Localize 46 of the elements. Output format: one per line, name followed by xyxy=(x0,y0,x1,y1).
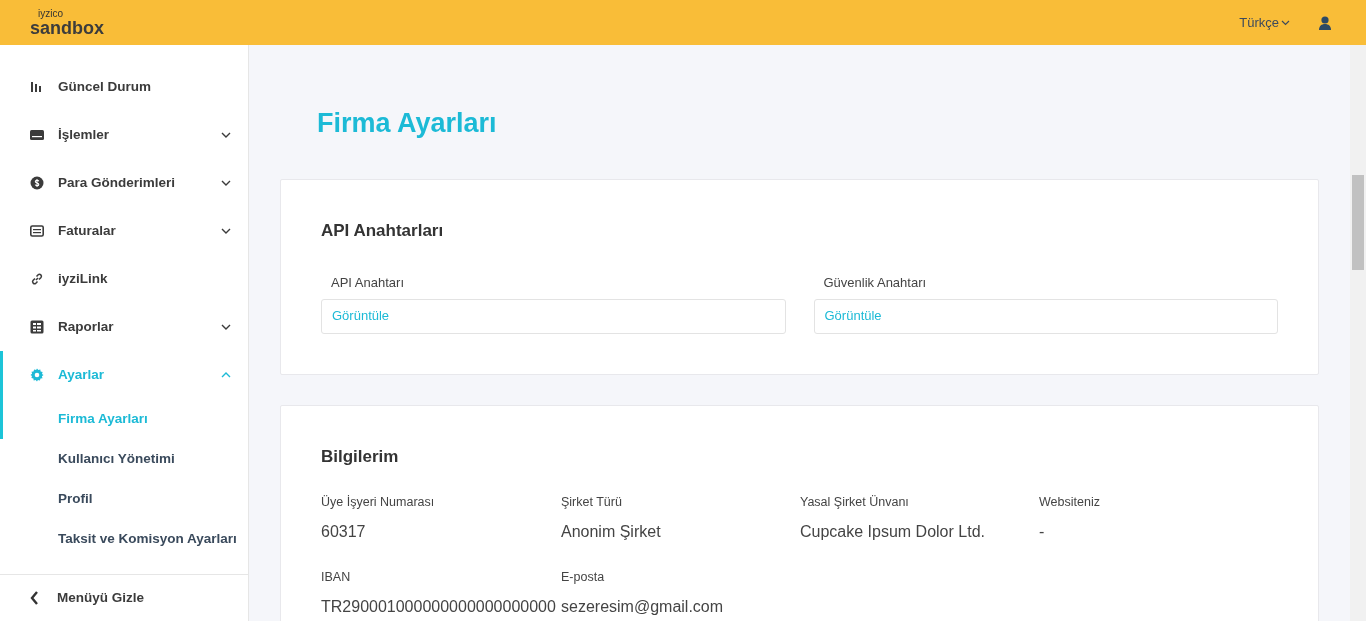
card-icon xyxy=(30,128,44,142)
sidebar-item[interactable]: Para Gönderimleri xyxy=(0,159,248,207)
sidebar-item[interactable]: iyziLink xyxy=(0,255,248,303)
hide-menu-button[interactable]: Menüyü Gizle xyxy=(0,574,248,621)
field-label: Şirket Türü xyxy=(561,494,623,511)
field-label: Yasal Şirket Ünvanı xyxy=(800,494,910,511)
sidebar-item[interactable]: Faturalar xyxy=(0,207,248,255)
logo: sandbox xyxy=(30,18,104,37)
chevron-down-icon xyxy=(1281,19,1290,26)
user-icon[interactable] xyxy=(1318,15,1332,30)
chevron-up-icon xyxy=(221,372,231,378)
card-title: API Anahtarları xyxy=(321,219,445,242)
table-icon xyxy=(30,320,44,334)
field-value: - xyxy=(1039,521,1046,542)
chevron-left-icon xyxy=(30,591,39,605)
field-value: Anonim Şirket xyxy=(561,521,662,542)
gear-icon xyxy=(30,368,44,382)
list-icon xyxy=(30,224,44,238)
scrollbar[interactable] xyxy=(1350,45,1366,621)
language-dropdown[interactable]: Türkçe xyxy=(1239,12,1290,33)
sidebar-item[interactable]: Güncel Durum xyxy=(0,63,248,111)
dollar-icon xyxy=(30,176,44,190)
field-label: API Anahtarı xyxy=(331,274,405,292)
field-value: TR290001000000000000000000 xyxy=(321,596,557,617)
submenu-item[interactable]: Taksit ve Komisyon Ayarları xyxy=(0,519,248,559)
field-value: Cupcake Ipsum Dolor Ltd. xyxy=(800,521,986,542)
submenu-item[interactable]: Kullanıcı Yönetimi xyxy=(0,439,248,479)
sidebar-item[interactable]: İşlemler xyxy=(0,111,248,159)
field-label: Websiteniz xyxy=(1039,494,1101,511)
field-label: Üye İşyeri Numarası xyxy=(321,494,436,511)
submenu-item[interactable]: Profil xyxy=(0,479,248,519)
card-title: Bilgilerim xyxy=(321,445,400,468)
chevron-down-icon xyxy=(221,180,231,186)
page-title: Firma Ayarları xyxy=(317,107,498,140)
field-value: sezeresim@gmail.com xyxy=(561,596,725,617)
sidebar-item[interactable]: Raporlar xyxy=(0,303,248,351)
logo-caption: iyzico xyxy=(38,8,64,19)
link-icon xyxy=(30,272,44,286)
bar-chart-icon xyxy=(30,80,44,94)
field-value: 60317 xyxy=(321,521,367,542)
field-label: Güvenlik Anahtarı xyxy=(823,274,928,292)
chevron-down-icon xyxy=(221,228,231,234)
chevron-down-icon xyxy=(221,132,231,138)
field-label: IBAN xyxy=(321,568,352,586)
chevron-down-icon xyxy=(221,324,231,330)
field-label: E-posta xyxy=(561,568,606,586)
